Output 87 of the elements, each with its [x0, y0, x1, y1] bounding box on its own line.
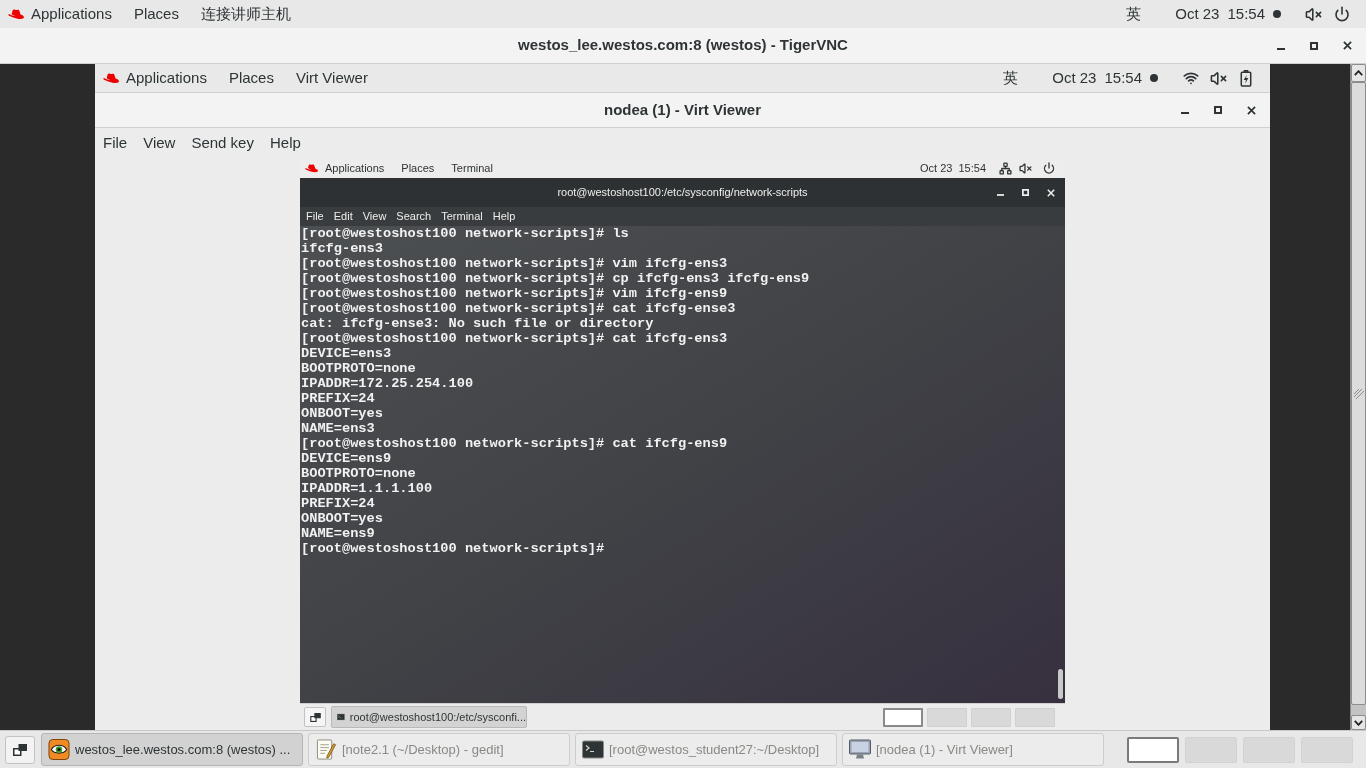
menu-item[interactable]: 连接讲师主机: [200, 2, 291, 26]
terminal-line: [root@westoshost100 network-scripts]# cat ifcfg-ens9: [301, 436, 728, 451]
task-button[interactable]: westos_lee.westos.com:8 (westos) ...: [41, 733, 303, 766]
input-method-indicator[interactable]: 英: [1126, 2, 1142, 26]
menu-item[interactable]: Applications: [325, 159, 385, 177]
menu-item[interactable]: Terminal: [451, 159, 493, 177]
task-button[interactable]: root@westoshost100:/etc/sysconfi...: [331, 706, 527, 728]
show-desktop-button[interactable]: [304, 707, 326, 727]
menu-item[interactable]: Edit: [333, 208, 353, 225]
window-title: nodea (1) - Virt Viewer: [604, 99, 761, 120]
power-icon[interactable]: [1043, 162, 1055, 174]
terminal-icon: [582, 739, 604, 760]
volume-muted-icon[interactable]: [1305, 5, 1322, 23]
show-desktop-icon: [13, 743, 27, 756]
scroll-up-button[interactable]: [1351, 64, 1366, 82]
scrollbar-thumb[interactable]: [1057, 669, 1063, 699]
clock-time[interactable]: 15:54: [1104, 66, 1142, 90]
terminal-icon: [337, 711, 345, 723]
terminal-line: PREFIX=24: [301, 391, 375, 406]
menu-item[interactable]: Places: [401, 159, 435, 177]
power-icon[interactable]: [1334, 6, 1350, 22]
clock-date[interactable]: Oct 23: [920, 159, 953, 177]
close-icon[interactable]: [1343, 41, 1352, 50]
maximize-icon[interactable]: [1214, 106, 1222, 114]
menu-item[interactable]: Send key: [191, 131, 254, 155]
terminal-line: DEVICE=ens3: [301, 346, 392, 361]
terminal-line: [root@westoshost100 network-scripts]#: [301, 541, 605, 556]
menu-item[interactable]: Applications: [31, 2, 112, 26]
grip-icon: [1353, 388, 1364, 399]
terminal-line: BOOTPROTO=none: [301, 361, 416, 376]
menu-item[interactable]: Help: [492, 208, 516, 225]
menu-item[interactable]: Virt Viewer: [295, 66, 368, 90]
clock-time[interactable]: 15:54: [958, 159, 986, 177]
terminal-line: BOOTPROTO=none: [301, 466, 416, 481]
menu-item[interactable]: Places: [133, 2, 179, 26]
volume-muted-icon[interactable]: [1210, 69, 1227, 87]
terminal-line: ONBOOT=yes: [301, 511, 383, 526]
terminal-line: ONBOOT=yes: [301, 406, 383, 421]
hat-logo-icon: [103, 72, 119, 84]
terminal-line: IPADDR=1.1.1.100: [301, 481, 433, 496]
terminal-line: NAME=ens9: [301, 526, 375, 541]
terminal-line: [root@westoshost100 network-scripts]# ls: [301, 226, 629, 241]
network-icon[interactable]: [999, 161, 1012, 175]
menu-item[interactable]: Search: [396, 208, 432, 225]
menu-item[interactable]: Terminal: [441, 208, 483, 225]
terminal-line: IPADDR=172.25.254.100: [301, 376, 474, 391]
battery-charging-icon: [1240, 69, 1252, 87]
terminal-line: [root@westoshost100 network-scripts]# vim ifcfg-ens9: [301, 286, 728, 301]
terminal-line: [root@westoshost100 network-scripts]# cat ifcfg-ense3: [301, 301, 736, 316]
terminal-line: PREFIX=24: [301, 496, 375, 511]
hat-logo-icon: [8, 8, 24, 20]
menu-item[interactable]: Help: [269, 131, 301, 155]
show-desktop-button[interactable]: [5, 735, 35, 764]
menu-item[interactable]: Applications: [126, 66, 207, 90]
caret-up-icon: [1354, 70, 1363, 76]
workspace-thumbnail[interactable]: [883, 707, 923, 727]
terminal-line: NAME=ens3: [301, 421, 375, 436]
close-icon[interactable]: [1247, 105, 1256, 115]
show-desktop-icon: [309, 712, 321, 722]
hat-logo-icon: [305, 163, 318, 173]
menu-item[interactable]: View: [143, 131, 176, 155]
terminal-line: ifcfg-ens3: [301, 241, 383, 256]
window-title: root@westoshost100:/etc/sysconfig/network-scripts: [557, 185, 808, 201]
caret-down-icon: [1354, 719, 1363, 726]
input-method-indicator[interactable]: 英: [1003, 66, 1019, 90]
volume-muted-icon[interactable]: [1019, 161, 1032, 175]
menu-item[interactable]: File: [103, 131, 128, 155]
terminal-line: [root@westoshost100 network-scripts]# cp ifcfg-ens3 ifcfg-ens9: [301, 271, 810, 286]
menu-item[interactable]: File: [306, 208, 324, 225]
terminal-line: cat: ifcfg-ense3: No such file or directory: [301, 316, 654, 331]
maximize-icon[interactable]: [1310, 41, 1318, 50]
workspace-thumbnail[interactable]: [1127, 736, 1179, 763]
wifi-icon[interactable]: [1183, 70, 1199, 86]
window-title: westos_lee.westos.com:8 (westos) - TigerVNC: [518, 35, 848, 56]
monitor-icon: [849, 739, 871, 760]
clock-date[interactable]: Oct 23: [1052, 66, 1097, 90]
terminal-line: DEVICE=ens9: [301, 451, 392, 466]
eye-logo-icon: [48, 739, 70, 760]
terminal-line: [root@westoshost100 network-scripts]# cat ifcfg-ens3: [301, 331, 728, 346]
clock-time[interactable]: 15:54: [1227, 2, 1265, 26]
menu-item[interactable]: View: [362, 208, 387, 225]
scroll-down-button[interactable]: [1351, 715, 1366, 730]
minimize-icon[interactable]: [1277, 47, 1285, 50]
menu-item[interactable]: Places: [228, 66, 274, 90]
notepad-icon: [315, 739, 337, 760]
clock-date[interactable]: Oct 23: [1175, 2, 1220, 26]
terminal-line: [root@westoshost100 network-scripts]# vim ifcfg-ens3: [301, 256, 728, 271]
